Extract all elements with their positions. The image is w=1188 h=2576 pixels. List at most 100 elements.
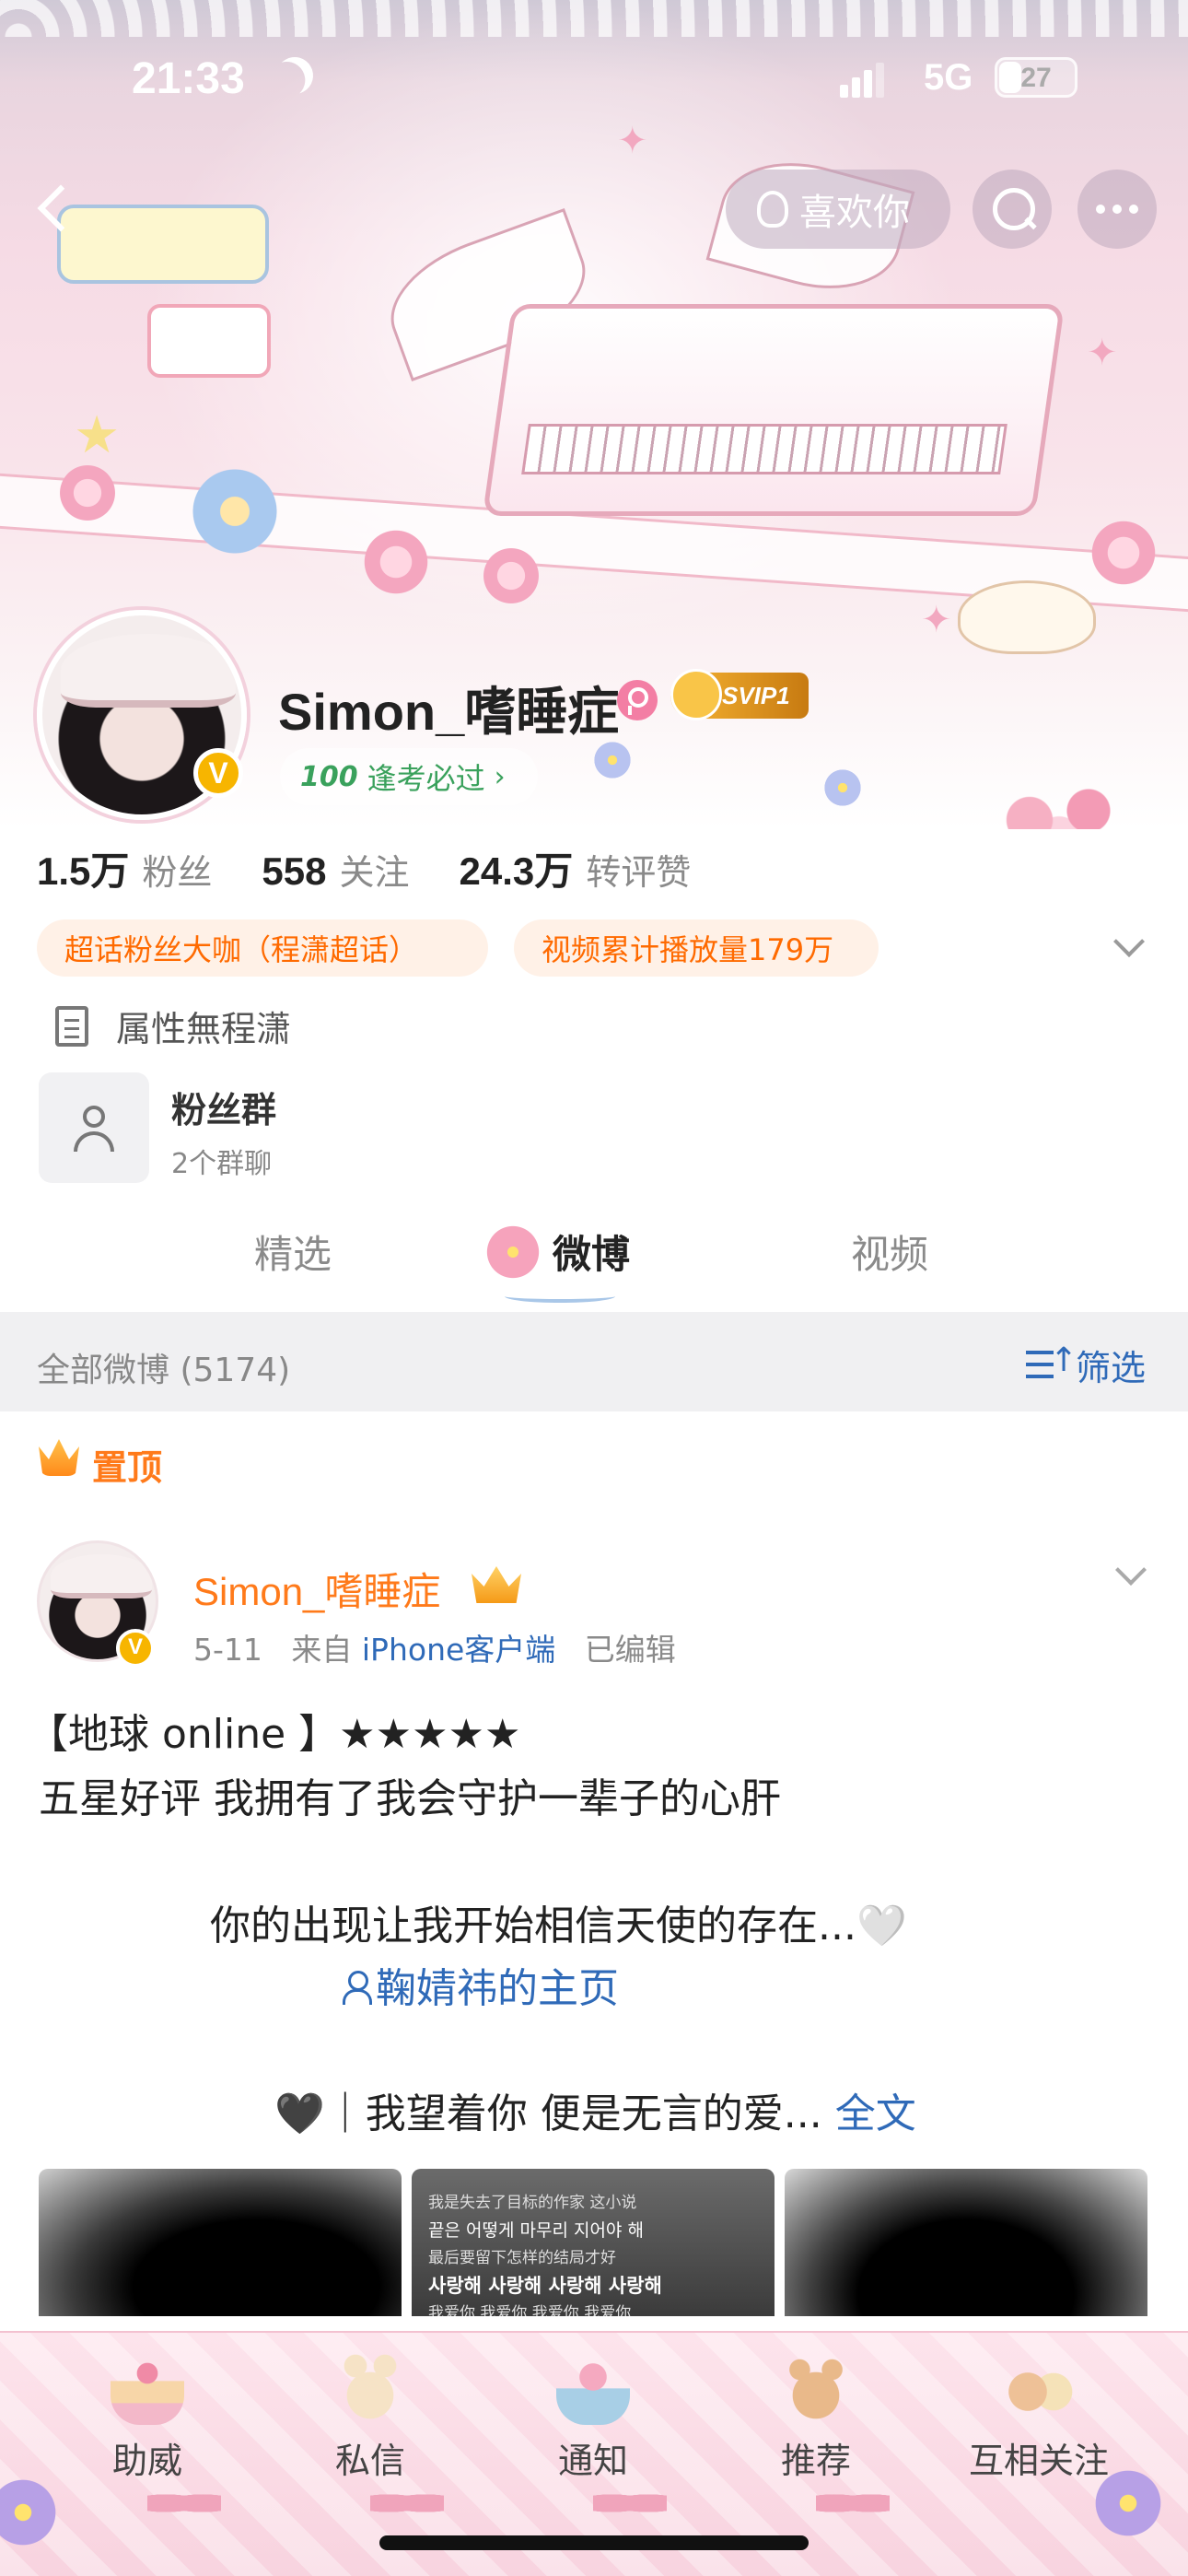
- like-you-button[interactable]: 喜欢你: [726, 170, 950, 249]
- interactions-count[interactable]: 24.3万: [460, 840, 574, 896]
- post-image[interactable]: 我是失去了目标的作家 这小说 끝은 어떻게 마무리 지어야 해 最后要留下怎样的…: [412, 2169, 775, 2316]
- post-meta: 5-11 来自 iPhone客户端 已编辑: [193, 1625, 676, 1669]
- avatar-hat: [61, 634, 236, 708]
- status-time: 21:33: [132, 54, 245, 103]
- post-text-line: 【地球 online 】★★★★★: [28, 1711, 521, 1758]
- post-date: 5-11: [193, 1632, 262, 1668]
- filter-label: 筛选: [1075, 1348, 1146, 1388]
- flower-icon: [481, 1222, 545, 1282]
- tab-recommend[interactable]: 推荐: [742, 2351, 890, 2483]
- following-label[interactable]: 关注: [339, 844, 409, 895]
- pansy-decoration: [0, 2471, 64, 2554]
- read-more-link[interactable]: 全文: [835, 2090, 916, 2137]
- interactions-label[interactable]: 转评赞: [586, 844, 691, 895]
- fan-group-subtitle[interactable]: 2个群聊: [171, 1141, 272, 1181]
- sparkle-decoration: ★: [74, 405, 121, 465]
- post-image[interactable]: [39, 2169, 402, 2316]
- post-author[interactable]: Simon_嗜睡症: [193, 1561, 440, 1617]
- exam-tag[interactable]: 100 逢考必过 ›: [280, 748, 538, 805]
- hundred-points-icon: 100: [300, 760, 358, 793]
- fan-group-icon-box[interactable]: [39, 1072, 149, 1183]
- bio-row: 属性無程潇: [55, 1001, 291, 1051]
- bow-decoration: [816, 2489, 890, 2517]
- piano-decoration: [482, 304, 1066, 516]
- flower-decoration: [55, 461, 120, 525]
- filter-bar: 全部微博 (5174) 筛选: [0, 1312, 1188, 1411]
- tab-video[interactable]: 视频: [851, 1224, 928, 1280]
- tab-cheer[interactable]: 助威: [74, 2351, 221, 2483]
- video-views-badge[interactable]: 视频累计播放量179万: [514, 919, 879, 977]
- verified-badge-icon: V: [193, 748, 243, 798]
- flower-decoration: [479, 544, 543, 608]
- image-text: 最后要留下怎样的结局才好: [428, 2249, 616, 2267]
- post-edited: 已编辑: [584, 1632, 676, 1668]
- bow-decoration: [147, 2489, 221, 2517]
- post-text-line: 五星好评 我拥有了我会守护一辈子的心肝: [39, 1775, 781, 1822]
- pinned-label: 置顶: [92, 1447, 163, 1488]
- supertopic-badge[interactable]: 超话粉丝大咖（程潇超话）: [37, 919, 488, 977]
- avatar-hat: [51, 1554, 152, 1598]
- sparkle-decoration: ✦: [921, 599, 952, 641]
- sparkle-decoration: ✦: [1087, 332, 1118, 374]
- fan-group-title[interactable]: 粉丝群: [171, 1082, 276, 1132]
- home-indicator[interactable]: [379, 2535, 809, 2550]
- crown-icon: [670, 669, 722, 720]
- like-you-label: 喜欢你: [799, 192, 910, 234]
- sparkle-decoration: ✦: [617, 120, 648, 162]
- crown-icon: [472, 1566, 521, 1603]
- battery-level: 27: [1020, 63, 1052, 93]
- post-source[interactable]: iPhone客户端: [362, 1632, 555, 1668]
- battery-icon: 27: [995, 57, 1077, 98]
- image-text: 사랑해 사랑해 사랑해 사랑해: [428, 2275, 662, 2297]
- all-posts-label[interactable]: 全部微博 (5174): [37, 1343, 290, 1391]
- tab-mutual-follow[interactable]: 互相关注: [965, 2351, 1112, 2483]
- tab-notifications-label: 通知: [557, 2441, 628, 2481]
- tab-featured[interactable]: 精选: [254, 1224, 332, 1280]
- group-icon: [66, 1100, 122, 1155]
- bow-decoration: [370, 2489, 444, 2517]
- tab-notifications[interactable]: 通知: [519, 2351, 667, 2483]
- cat-note-decoration: [147, 304, 271, 378]
- followers-label[interactable]: 粉丝: [142, 844, 212, 895]
- cat-label-decoration: [57, 205, 269, 284]
- tab-weibo[interactable]: 微博: [553, 1224, 630, 1280]
- friends-icon: [1002, 2351, 1076, 2425]
- post-text-line: 你的出现让我开始相信天使的存在...🤍: [210, 1903, 907, 1950]
- tab-mutual-follow-label: 互相关注: [968, 2441, 1109, 2481]
- following-count[interactable]: 558: [262, 849, 326, 894]
- person-icon: [343, 1969, 372, 2006]
- image-text: 끝은 어떻게 마무리 지어야 해: [428, 2220, 644, 2241]
- post-source-prefix: 来自: [291, 1632, 353, 1668]
- followers-count[interactable]: 1.5万: [37, 840, 129, 896]
- tab-messages[interactable]: 私信: [297, 2351, 444, 2483]
- bio-text: 属性無程潇: [116, 1009, 292, 1049]
- filter-icon: [1025, 1341, 1077, 1384]
- tab-cheer-label: 助威: [111, 2441, 182, 2481]
- back-icon[interactable]: [28, 181, 83, 236]
- post-image[interactable]: [785, 2169, 1147, 2316]
- mention-link-label: 鞠婧祎的主页: [376, 1965, 619, 2012]
- tab-messages-label: 私信: [334, 2441, 405, 2481]
- image-text: 我爱你 我爱你 我爱你 我爱你: [428, 2304, 632, 2316]
- female-icon: [617, 680, 658, 720]
- more-icon[interactable]: [1077, 170, 1157, 249]
- flower-decoration: [359, 525, 433, 599]
- mention-link[interactable]: 鞠婧祎的主页: [343, 1955, 619, 2014]
- flower-decoration: [184, 461, 285, 562]
- post-text-line: 🖤｜我望着你 便是无言的爱... 全文: [274, 2080, 916, 2139]
- username: Simon_嗜睡症: [278, 683, 620, 741]
- piano-keys-decoration: [521, 424, 1007, 474]
- chevron-down-icon[interactable]: [1115, 1554, 1147, 1586]
- tab-recommend-label: 推荐: [780, 2441, 851, 2481]
- crown-icon: [39, 1439, 79, 1476]
- exam-tag-label: 逢考必过: [367, 761, 485, 796]
- filter-button[interactable]: 筛选: [1025, 1340, 1146, 1390]
- cake-icon: [111, 2351, 184, 2425]
- document-icon: [55, 1005, 88, 1047]
- lace-decoration: [0, 0, 1188, 37]
- search-icon[interactable]: [973, 170, 1052, 249]
- bouquet-icon: [556, 2351, 630, 2425]
- svip-badge[interactable]: SVIP1: [670, 669, 809, 720]
- chevron-down-icon[interactable]: [1113, 926, 1145, 957]
- flower-decoration: [820, 765, 866, 811]
